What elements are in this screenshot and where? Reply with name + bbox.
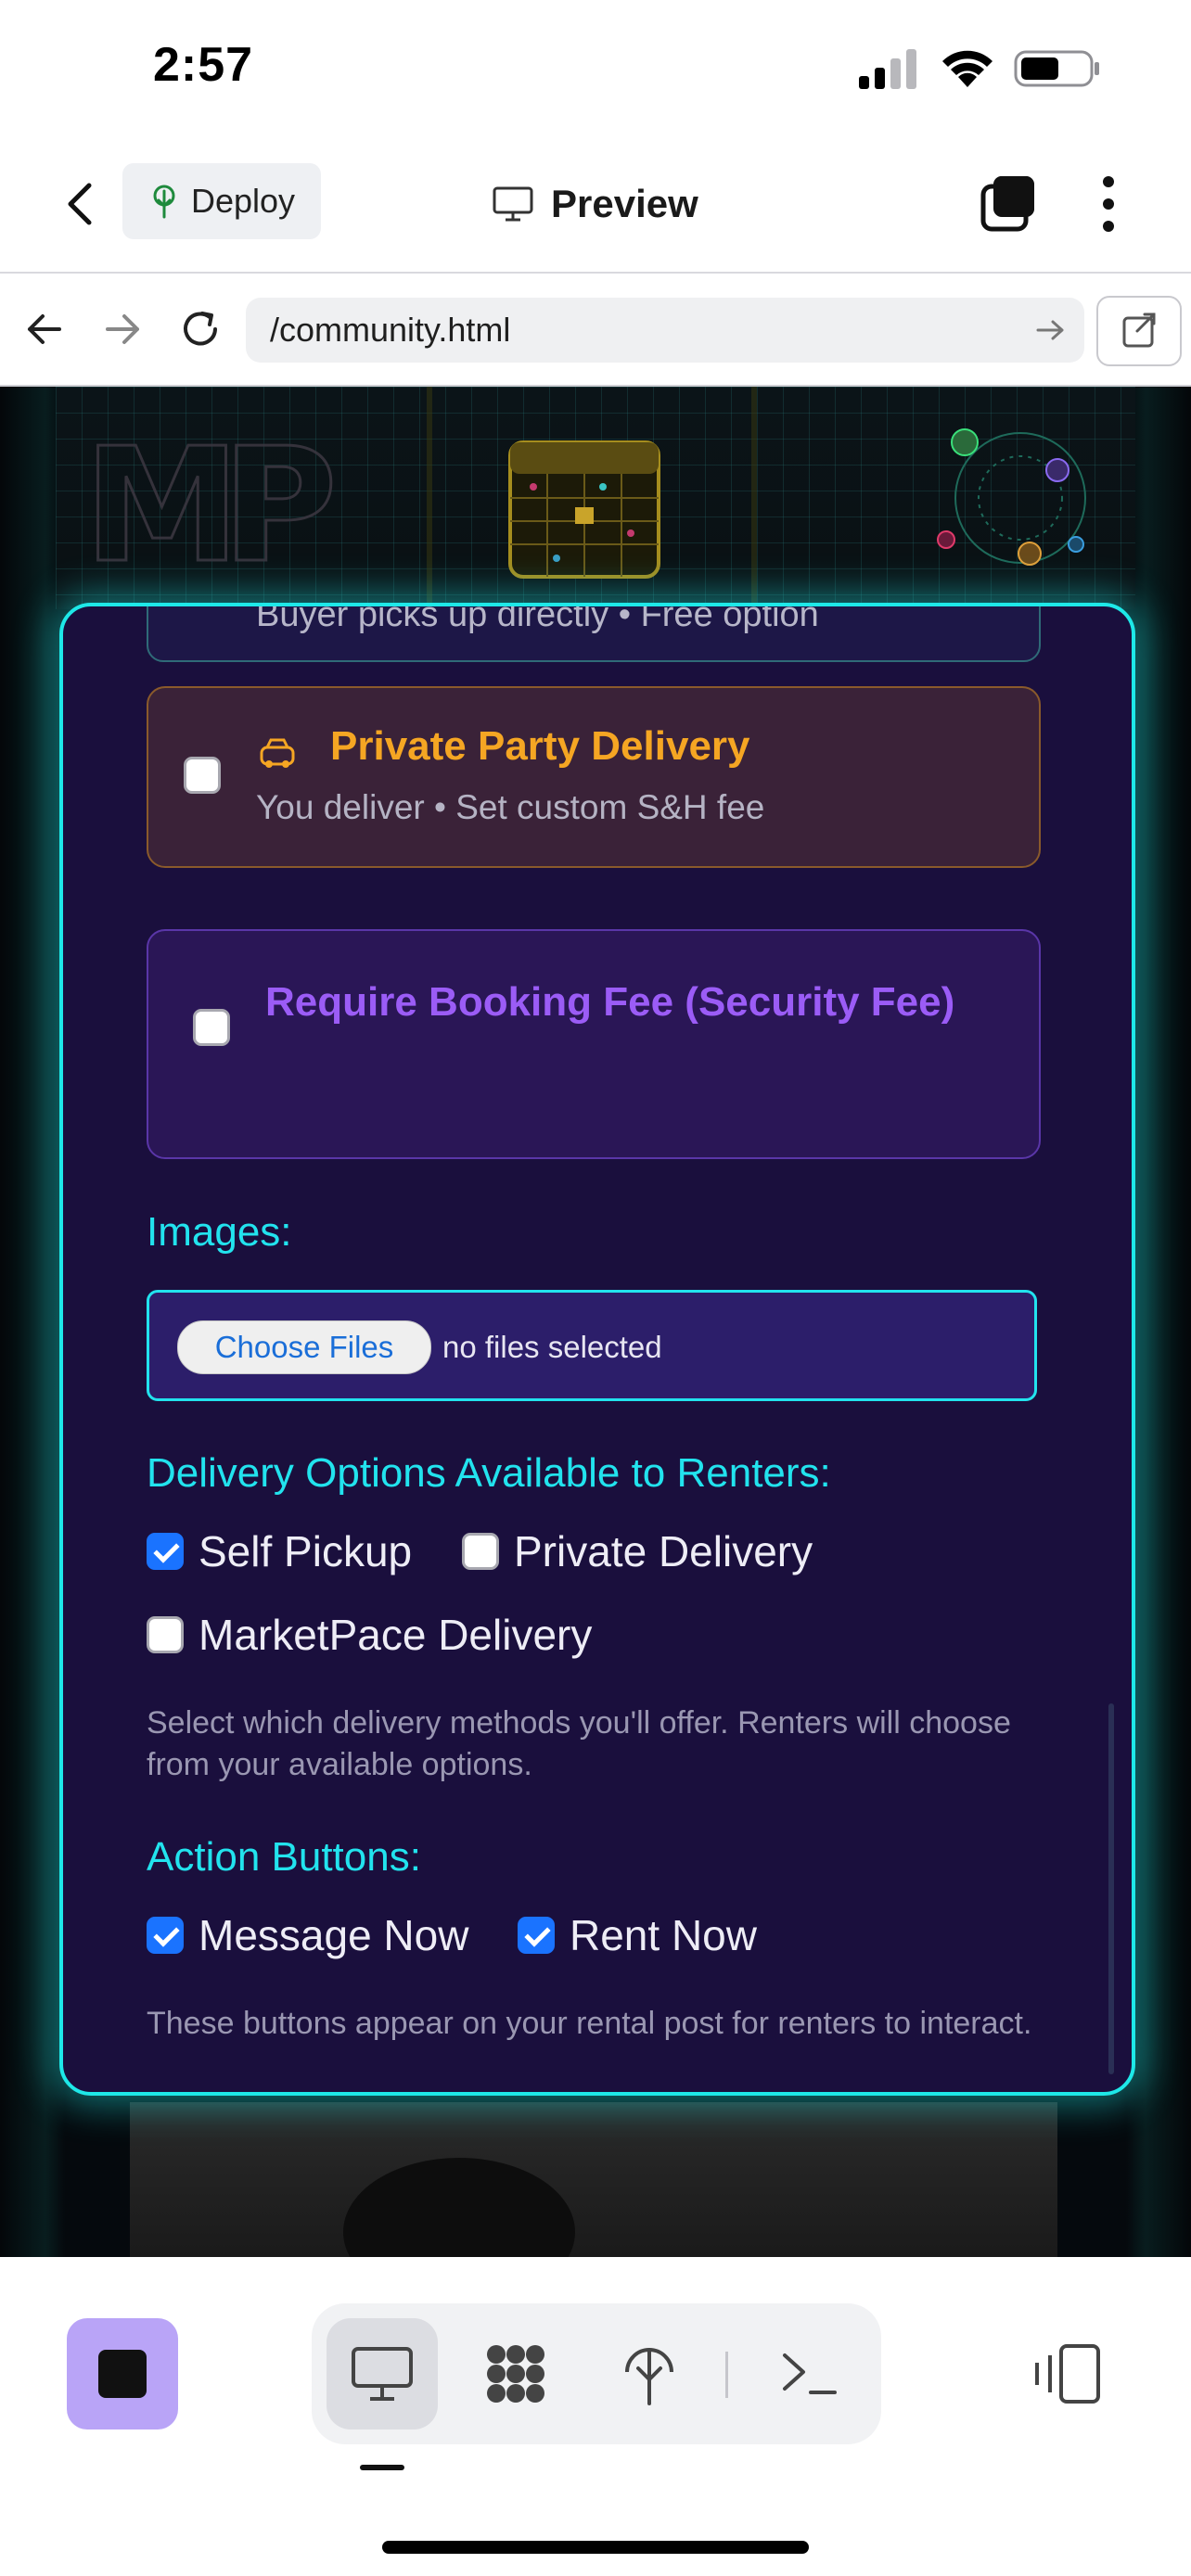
wifi-icon xyxy=(942,50,992,87)
images-file-input[interactable]: Choose Files no files selected xyxy=(147,1290,1037,1401)
preview-label: Preview xyxy=(551,182,698,225)
web-viewport: MP Buyer picks up directly • Free option xyxy=(0,387,1191,2257)
rent-now-option[interactable]: Rent Now xyxy=(518,1910,757,1960)
private-party-delivery-card[interactable]: Private Party Delivery You deliver • Set… xyxy=(147,686,1041,868)
reload-icon[interactable] xyxy=(174,303,226,355)
action-buttons-label: Action Buttons: xyxy=(147,1834,421,1880)
stop-button[interactable] xyxy=(67,2318,178,2429)
rental-form-modal: Buyer picks up directly • Free option Pr… xyxy=(59,603,1135,2096)
cellular-signal-icon xyxy=(859,49,916,89)
private-delivery-option[interactable]: Private Delivery xyxy=(462,1526,813,1576)
preview-title: Preview xyxy=(492,176,698,232)
status-time: 2:57 xyxy=(153,38,254,92)
marketpace-delivery-label: MarketPace Delivery xyxy=(198,1611,593,1659)
self-pickup-checkbox[interactable] xyxy=(147,1533,184,1570)
terminal-icon xyxy=(783,2353,837,2394)
choose-files-button[interactable]: Choose Files xyxy=(177,1320,431,1374)
rent-now-checkbox[interactable] xyxy=(518,1917,555,1954)
marketpace-logo-icon: MP xyxy=(83,414,339,600)
grid-icon xyxy=(487,2345,544,2403)
self-pickup-label: Self Pickup xyxy=(198,1527,413,1575)
delivery-help-text: Select which delivery methods you'll off… xyxy=(147,1705,1011,1782)
tab-terminal[interactable] xyxy=(753,2318,864,2429)
message-now-label: Message Now xyxy=(198,1911,469,1959)
private-party-delivery-title: Private Party Delivery xyxy=(330,723,750,769)
browser-toolbar: /community.html xyxy=(0,274,1191,387)
calendar-icon xyxy=(508,440,660,579)
battery-icon xyxy=(1014,50,1099,87)
delivery-car-icon xyxy=(260,738,295,768)
private-delivery-checkbox[interactable] xyxy=(462,1533,499,1570)
network-orbit-icon xyxy=(937,428,1086,566)
private-delivery-label: Private Delivery xyxy=(514,1527,813,1575)
status-bar: 2:57 xyxy=(0,0,1191,139)
nav-forward-arrow-icon[interactable] xyxy=(96,303,148,355)
file-status-text: no files selected xyxy=(442,1330,662,1364)
rent-now-label: Rent Now xyxy=(570,1911,757,1959)
images-label: Images: xyxy=(147,1209,292,1255)
url-text: /community.html xyxy=(270,311,511,349)
external-link-icon xyxy=(1122,312,1156,348)
listing-photo xyxy=(130,2102,1057,2257)
go-arrow-icon[interactable] xyxy=(1032,312,1068,348)
tab-apps[interactable] xyxy=(460,2318,571,2429)
monitor-icon xyxy=(352,2347,413,2401)
home-indicator xyxy=(382,2541,809,2554)
deploy-label: Deploy xyxy=(190,182,296,220)
view-tab-group xyxy=(312,2303,881,2444)
bottom-toolbar xyxy=(0,2257,1191,2576)
device-rotate-icon[interactable] xyxy=(1030,2340,1104,2407)
booking-fee-title: Require Booking Fee (Security Fee) xyxy=(265,979,955,1025)
back-chevron-icon[interactable] xyxy=(54,176,109,232)
self-pickup-card-text: Buyer picks up directly • Free option xyxy=(256,603,819,634)
marketpace-delivery-checkbox[interactable] xyxy=(147,1616,184,1653)
message-now-option[interactable]: Message Now xyxy=(147,1910,468,1960)
message-now-checkbox[interactable] xyxy=(147,1917,184,1954)
marketpace-delivery-option[interactable]: MarketPace Delivery xyxy=(147,1610,592,1660)
action-buttons-help-text: These buttons appear on your rental post… xyxy=(147,2006,1032,2041)
more-vertical-icon[interactable] xyxy=(1095,171,1122,237)
delivery-options-label: Delivery Options Available to Renters: xyxy=(147,1450,831,1496)
private-party-delivery-subtitle: You deliver • Set custom S&H fee xyxy=(256,788,765,826)
modal-scrollbar[interactable] xyxy=(1108,1703,1114,2074)
hero-banner: MP xyxy=(56,387,1135,609)
nav-back-arrow-icon[interactable] xyxy=(19,303,70,355)
tabs-stack-icon[interactable] xyxy=(979,172,1040,234)
tab-deploy[interactable] xyxy=(594,2318,705,2429)
app-header: Deploy Preview xyxy=(0,139,1191,274)
url-field[interactable]: /community.html xyxy=(246,298,1084,363)
booking-fee-checkbox[interactable] xyxy=(193,1009,230,1046)
deploy-button[interactable]: Deploy xyxy=(122,163,321,239)
open-external-button[interactable] xyxy=(1096,296,1182,366)
tab-preview[interactable] xyxy=(327,2318,438,2429)
private-party-delivery-checkbox[interactable] xyxy=(184,757,221,794)
deploy-tree-icon xyxy=(153,185,175,219)
monitor-icon xyxy=(493,186,533,222)
booking-fee-card[interactable]: Require Booking Fee (Security Fee) xyxy=(147,929,1041,1159)
self-pickup-card[interactable]: Buyer picks up directly • Free option xyxy=(147,603,1041,662)
self-pickup-option[interactable]: Self Pickup xyxy=(147,1526,412,1576)
deploy-icon xyxy=(625,2348,673,2405)
